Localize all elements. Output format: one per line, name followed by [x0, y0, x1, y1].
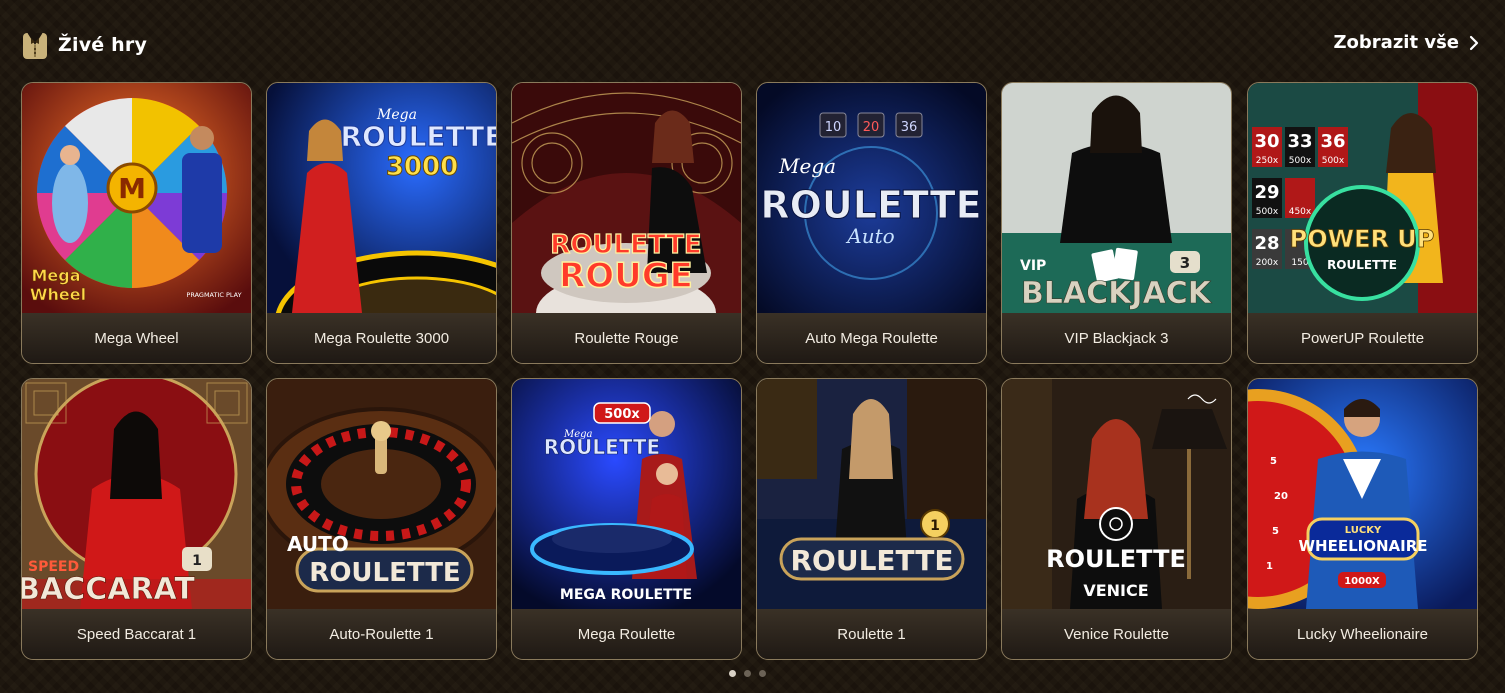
svg-text:BLACKJACK: BLACKJACK	[1021, 276, 1213, 311]
svg-text:1: 1	[192, 553, 202, 569]
game-card-vip-blackjack-3[interactable]: 3 VIP BLACKJACK VIP Blackjack 3	[1001, 82, 1232, 364]
svg-text:Mega: Mega	[778, 154, 836, 178]
game-thumbnail: M Mega Wheel PRAGMATIC PLAY	[22, 83, 251, 313]
svg-text:10: 10	[825, 120, 842, 135]
svg-text:33: 33	[1287, 131, 1312, 152]
svg-text:500x: 500x	[604, 407, 640, 422]
game-card-mega-roulette-3000[interactable]: Mega ROULETTE 3000 Mega Roulette 3000	[266, 82, 497, 364]
pagination-dot-3[interactable]	[759, 670, 766, 677]
svg-text:29: 29	[1254, 182, 1279, 203]
svg-text:5: 5	[1272, 526, 1279, 537]
game-card-powerup-roulette[interactable]: 30 250x 33 500x 36 500x 29 500x 450x 28 200x …	[1247, 82, 1478, 364]
svg-text:1000X: 1000X	[1344, 576, 1380, 587]
svg-text:M: M	[118, 172, 146, 205]
pagination-dot-2[interactable]	[744, 670, 751, 677]
svg-text:ROULETTE: ROULETTE	[544, 435, 660, 459]
svg-text:500x: 500x	[1256, 207, 1279, 217]
game-logo-text: Mega	[31, 266, 80, 285]
game-card-roulette-rouge[interactable]: ROULETTE ROUGE Roulette Rouge	[511, 82, 742, 364]
chevron-right-icon	[1469, 35, 1479, 50]
svg-text:VIP: VIP	[1020, 258, 1046, 274]
svg-text:500x: 500x	[1289, 156, 1312, 166]
svg-text:LUCKY: LUCKY	[1345, 525, 1382, 536]
svg-text:36: 36	[1320, 131, 1345, 152]
pagination-dot-1[interactable]	[729, 670, 736, 677]
game-title: Venice Roulette	[1002, 609, 1231, 659]
svg-text:36: 36	[901, 120, 918, 135]
svg-text:ROULETTE: ROULETTE	[340, 120, 496, 153]
svg-text:150: 150	[1291, 258, 1308, 268]
game-thumbnail: 500x Mega ROULETTE MEGA ROULETTE	[512, 379, 741, 609]
svg-text:30: 30	[1254, 131, 1279, 152]
svg-text:5: 5	[1270, 456, 1277, 467]
svg-text:3: 3	[1180, 254, 1190, 272]
section-title-text: Živé hry	[58, 34, 148, 56]
svg-text:VENICE: VENICE	[1083, 581, 1148, 600]
games-grid: M Mega Wheel PRAGMATIC PLAY Mega Wheel M…	[21, 82, 1478, 662]
game-title: Mega Wheel	[22, 313, 251, 363]
svg-text:AUTO: AUTO	[287, 532, 349, 556]
game-title: Roulette 1	[757, 609, 986, 659]
svg-text:500x: 500x	[1322, 156, 1345, 166]
svg-text:ROULETTE: ROULETTE	[309, 558, 460, 588]
game-title: Mega Roulette	[512, 609, 741, 659]
svg-text:ROULETTE: ROULETTE	[760, 183, 981, 227]
game-thumbnail: ROULETTE ROUGE	[512, 83, 741, 313]
svg-text:BACCARAT: BACCARAT	[22, 572, 195, 607]
game-card-venice-roulette[interactable]: ROULETTE VENICE Venice Roulette	[1001, 378, 1232, 660]
tuxedo-icon	[23, 32, 47, 59]
game-card-speed-baccarat-1[interactable]: 1 SPEED BACCARAT Speed Baccarat 1	[21, 378, 252, 660]
game-title: Auto-Roulette 1	[267, 609, 496, 659]
pagination-dots	[729, 670, 766, 677]
svg-text:28: 28	[1254, 233, 1279, 254]
svg-text:3000: 3000	[386, 152, 458, 182]
svg-text:ROULETTE: ROULETTE	[1327, 258, 1397, 272]
svg-text:ROUGE: ROUGE	[559, 256, 693, 296]
svg-text:Auto: Auto	[845, 224, 894, 248]
game-card-mega-roulette[interactable]: 500x Mega ROULETTE MEGA ROULETTE Mega Ro…	[511, 378, 742, 660]
game-title: VIP Blackjack 3	[1002, 313, 1231, 363]
svg-text:ROULETTE: ROULETTE	[790, 544, 953, 577]
game-title: Speed Baccarat 1	[22, 609, 251, 659]
svg-text:Wheel: Wheel	[30, 285, 86, 304]
svg-text:WHEELIONAIRE: WHEELIONAIRE	[1298, 537, 1427, 555]
game-card-auto-mega-roulette[interactable]: 10 20 36 Mega ROULETTE Auto Auto Mega Ro…	[756, 82, 987, 364]
view-all-label: Zobrazit vše	[1333, 32, 1460, 53]
game-card-auto-roulette-1[interactable]: AUTO ROULETTE Auto-Roulette 1	[266, 378, 497, 660]
svg-text:200x: 200x	[1256, 258, 1279, 268]
game-card-roulette-1[interactable]: 1 ROULETTE Roulette 1	[756, 378, 987, 660]
game-thumbnail: 1 ROULETTE	[757, 379, 986, 609]
svg-text:450x: 450x	[1289, 207, 1312, 217]
game-title: PowerUP Roulette	[1248, 313, 1477, 363]
svg-text:PRAGMATIC PLAY: PRAGMATIC PLAY	[186, 291, 241, 299]
svg-text:250x: 250x	[1256, 156, 1279, 166]
game-title: Lucky Wheelionaire	[1248, 609, 1477, 659]
game-thumbnail: AUTO ROULETTE	[267, 379, 496, 609]
game-title: Mega Roulette 3000	[267, 313, 496, 363]
svg-text:1: 1	[930, 518, 940, 534]
view-all-link[interactable]: Zobrazit vše	[1334, 32, 1480, 53]
svg-text:1: 1	[1266, 561, 1273, 572]
game-title: Roulette Rouge	[512, 313, 741, 363]
game-thumbnail: 3 VIP BLACKJACK	[1002, 83, 1231, 313]
svg-text:20: 20	[1274, 491, 1288, 502]
game-thumbnail: 30 250x 33 500x 36 500x 29 500x 450x 28 200x …	[1248, 83, 1477, 313]
game-thumbnail: ROULETTE VENICE	[1002, 379, 1231, 609]
section-title: Živé hry	[22, 30, 147, 60]
svg-text:POWER UP: POWER UP	[1290, 225, 1435, 253]
game-thumbnail: 10 20 36 Mega ROULETTE Auto	[757, 83, 986, 313]
game-thumbnail: 5 20 5 1 LUCKY WHEELIONAIRE 1000X	[1248, 379, 1477, 609]
svg-text:20: 20	[863, 120, 880, 135]
svg-text:MEGA ROULETTE: MEGA ROULETTE	[560, 587, 692, 603]
game-thumbnail: Mega ROULETTE 3000	[267, 83, 496, 313]
game-card-mega-wheel[interactable]: M Mega Wheel PRAGMATIC PLAY Mega Wheel	[21, 82, 252, 364]
game-card-lucky-wheelionaire[interactable]: 5 20 5 1 LUCKY WHEELIONAIRE 1000X Lucky Whe…	[1247, 378, 1478, 660]
svg-text:ROULETTE: ROULETTE	[1046, 545, 1186, 573]
game-thumbnail: 1 SPEED BACCARAT	[22, 379, 251, 609]
section-header: Živé hry Zobrazit vše	[22, 30, 1479, 64]
game-title: Auto Mega Roulette	[757, 313, 986, 363]
